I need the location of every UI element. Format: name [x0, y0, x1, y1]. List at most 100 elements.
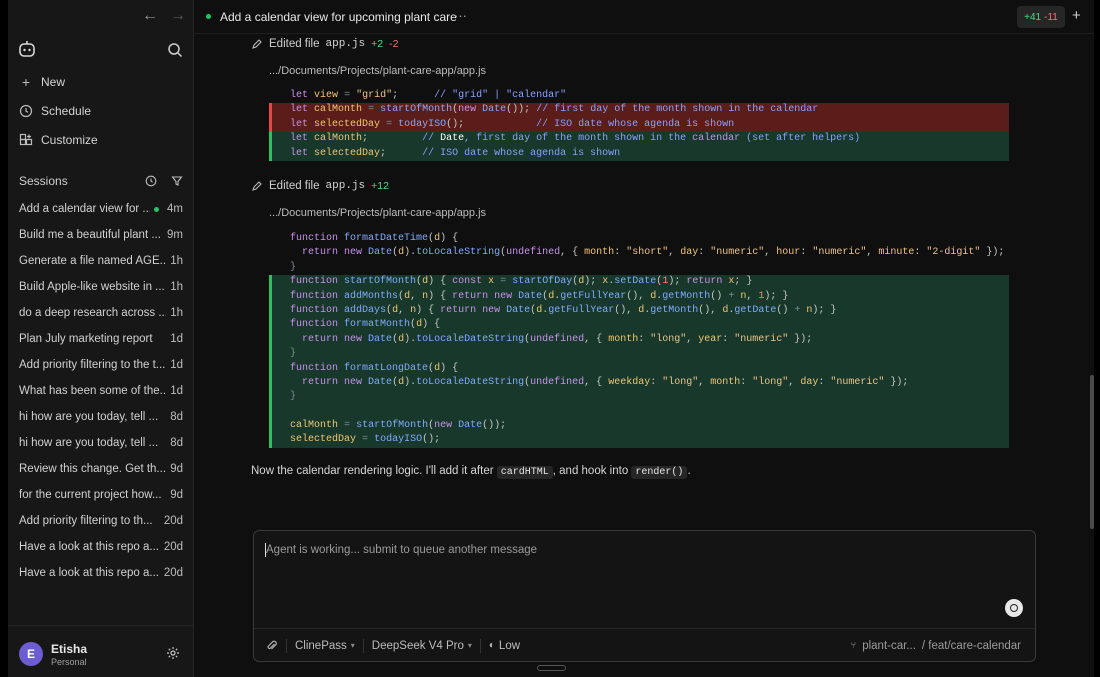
session-item[interactable]: Plan July marketing report 1d — [19, 331, 183, 347]
forward-arrow-icon[interactable]: → — [170, 8, 186, 24]
session-title: Add a calendar view for upcoming plant c… — [220, 10, 457, 24]
session-item[interactable]: What has been some of the... 1d — [19, 383, 183, 399]
new-tab-plus-icon[interactable]: + — [1072, 7, 1081, 24]
session-age: 20d — [163, 515, 183, 527]
edit-additions: +2 — [371, 38, 384, 50]
account-label: ClinePass — [295, 639, 347, 652]
stop-agent-button[interactable] — [1005, 599, 1023, 617]
history-icon[interactable] — [145, 175, 157, 187]
main-panel: Add a calendar view for upcoming plant c… — [194, 0, 1094, 677]
code-line-added: function formatMonth(d) { — [269, 318, 1009, 334]
session-item[interactable]: Add priority filtering to the t... 1d — [19, 357, 183, 373]
filter-icon[interactable] — [171, 175, 183, 187]
edit-header[interactable]: Edited file app.js +12 — [251, 180, 389, 192]
session-age: 20d — [163, 567, 183, 579]
code-line: } — [290, 261, 297, 273]
message-text: Now the calendar rendering logic. I'll a… — [251, 465, 497, 477]
repo-branch[interactable]: ⑂ plant-car... / feat/care-calendar — [851, 640, 1021, 652]
session-title: Build me a beautiful plant ... — [19, 229, 161, 241]
code-line-removed: let selectedDay = todayISO(); // ISO dat… — [269, 117, 1009, 133]
edit-additions: +12 — [371, 180, 389, 192]
clock-icon — [19, 104, 33, 118]
session-age: 9d — [170, 489, 183, 501]
edit-filename[interactable]: app.js — [326, 180, 366, 192]
session-item[interactable]: hi how are you today, tell ... 8d — [19, 435, 183, 451]
session-title: Add a calendar view for ... — [19, 203, 151, 215]
composer-toolbar: ClinePass ▾ DeepSeek V4 Pro ▾ ◐ Low ⑂ plant… — [254, 628, 1035, 662]
back-arrow-icon[interactable]: ← — [142, 8, 158, 24]
session-title: Plan July marketing report — [19, 333, 153, 345]
session-age: 1h — [170, 255, 183, 267]
message-text: , and hook into — [552, 465, 632, 477]
session-title: Add priority filtering to th... — [19, 515, 153, 527]
scrollbar-thumb[interactable] — [1090, 375, 1094, 529]
session-title: hi how are you today, tell ... — [19, 411, 159, 423]
edit-filename[interactable]: app.js — [326, 38, 366, 50]
code-line-added: selectedDay = todayISO(); — [269, 433, 1009, 449]
model-select[interactable]: DeepSeek V4 Pro ▾ — [372, 640, 472, 652]
inline-code: cardHTML — [496, 466, 553, 479]
assistant-message: Now the calendar rendering logic. I'll a… — [251, 465, 691, 479]
paperclip-icon[interactable] — [266, 640, 278, 652]
session-item[interactable]: Review this change. Get th... 9d — [19, 461, 183, 477]
session-item[interactable]: Build Apple-like website in ... 1h — [19, 279, 183, 295]
effort-select[interactable]: ◐ Low — [489, 640, 520, 652]
diff-stat-badge[interactable]: +41 -11 — [1017, 6, 1065, 28]
app-logo-icon[interactable] — [18, 40, 36, 58]
user-profile[interactable]: E Etisha Personal — [8, 625, 194, 677]
session-status-dot — [206, 14, 211, 19]
avatar[interactable]: E — [19, 642, 43, 666]
stop-icon — [1010, 604, 1018, 612]
diff-additions: +41 — [1024, 11, 1042, 23]
diff-block-2: function formatDateTime(d) { return new … — [269, 232, 1009, 449]
new-session-button[interactable]: + New — [19, 74, 66, 90]
message-composer[interactable]: Agent is working... submit to queue anot… — [253, 530, 1036, 662]
edit-header[interactable]: Edited file app.js +2 -2 — [251, 38, 398, 50]
plus-icon: + — [21, 74, 31, 90]
sidebar: ← → + New Schedule Customize Sessions Ad… — [8, 0, 194, 677]
search-icon[interactable] — [166, 41, 184, 59]
user-name: Etisha — [51, 642, 88, 656]
topbar: Add a calendar view for upcoming plant c… — [194, 0, 1094, 34]
more-options-icon[interactable]: ··· — [454, 8, 467, 23]
session-item[interactable]: Generate a file named AGE... 1h — [19, 253, 183, 269]
session-age: 1d — [170, 385, 183, 397]
customize-button[interactable]: Customize — [19, 133, 98, 147]
session-age: 8d — [170, 437, 183, 449]
session-title: Have a look at this repo a... — [19, 541, 159, 553]
account-select[interactable]: ClinePass ▾ — [295, 640, 355, 652]
session-item[interactable]: Add priority filtering to th... 20d — [19, 513, 183, 529]
session-item[interactable]: Have a look at this repo a... 20d — [19, 539, 183, 555]
composer-placeholder[interactable]: Agent is working... submit to queue anot… — [266, 544, 537, 556]
toolbar-divider — [362, 638, 364, 653]
session-item[interactable]: for the current project how... 9d — [19, 487, 183, 503]
file-path[interactable]: .../Documents/Projects/plant-care-app/ap… — [269, 207, 486, 219]
session-item[interactable]: Build me a beautiful plant ... 9m — [19, 227, 183, 243]
gear-icon[interactable] — [166, 646, 180, 660]
session-title: Add priority filtering to the t... — [19, 359, 166, 371]
code-line-added — [269, 404, 1009, 420]
effort-icon: ◐ — [488, 640, 495, 651]
session-title: What has been some of the... — [19, 385, 167, 397]
session-item[interactable]: Add a calendar view for ... 4m — [19, 201, 183, 217]
code-line-added: function formatLongDate(d) { — [269, 361, 1009, 377]
session-title: Build Apple-like website in ... — [19, 281, 165, 293]
session-age: 1h — [170, 281, 183, 293]
menu-label-new: New — [41, 75, 66, 89]
session-item[interactable]: Have a look at this repo a... 20d — [19, 565, 183, 581]
menu-label-customize: Customize — [41, 133, 98, 147]
pencil-icon — [252, 39, 262, 49]
session-title: Generate a file named AGE... — [19, 255, 167, 267]
file-path[interactable]: .../Documents/Projects/plant-care-app/ap… — [269, 65, 486, 77]
session-age: 20d — [163, 541, 183, 553]
customize-icon — [19, 133, 33, 146]
session-title: Have a look at this repo a... — [19, 567, 159, 579]
session-title: for the current project how... — [19, 489, 162, 501]
schedule-button[interactable]: Schedule — [19, 104, 91, 118]
session-age: 4m — [167, 203, 183, 215]
session-age: 9d — [170, 463, 183, 475]
session-item[interactable]: hi how are you today, tell ... 8d — [19, 409, 183, 425]
session-item[interactable]: do a deep research across ... 1h — [19, 305, 183, 321]
session-title: Review this change. Get th... — [19, 463, 167, 475]
resize-handle[interactable] — [537, 665, 566, 671]
